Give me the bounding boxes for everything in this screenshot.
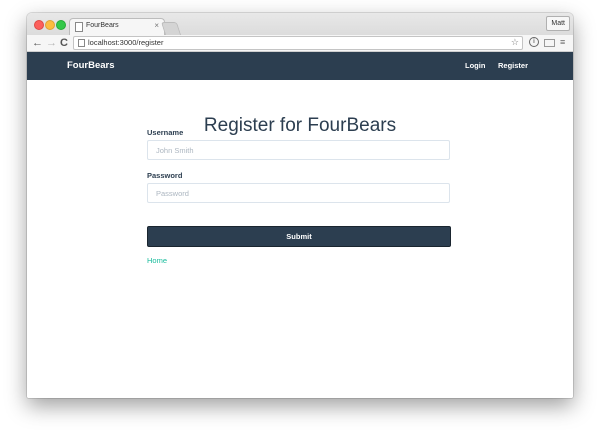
zoom-window-button[interactable] [56,20,66,30]
reload-icon[interactable]: C [60,36,68,50]
forward-arrow-icon[interactable]: → [46,36,57,50]
close-icon[interactable]: × [154,21,159,31]
document-icon [75,22,83,32]
username-input[interactable] [147,140,450,160]
site-navbar: FourBears Login Register [27,52,573,80]
info-icon[interactable]: i [529,37,539,47]
page-title: Register for FourBears [203,114,397,136]
close-window-button[interactable] [34,20,44,30]
star-icon[interactable]: ☆ [511,37,519,48]
cast-icon[interactable] [544,39,555,47]
new-tab-button[interactable] [160,22,182,35]
tab-strip: FourBears × Matt [27,13,573,36]
tab-title: FourBears [86,22,119,29]
url-text[interactable]: localhost:3000/register [88,38,163,48]
menu-icon[interactable]: ≡ [560,37,565,48]
browser-tab[interactable]: FourBears × [69,18,165,36]
minimize-window-button[interactable] [45,20,55,30]
nav-register-link[interactable]: Register [498,61,528,70]
document-icon [78,39,85,47]
home-link[interactable]: Home [147,256,167,265]
password-input[interactable] [147,183,450,203]
username-label: Username [147,128,184,137]
page-viewport: FourBears Login Register Register for Fo… [27,52,573,398]
browser-window: FourBears × Matt ← → C localhost:3000/re… [27,13,573,398]
browser-toolbar: ← → C localhost:3000/register ☆ i ≡ [27,35,573,52]
password-label: Password [147,171,183,180]
submit-button[interactable]: Submit [147,226,451,247]
nav-login-link[interactable]: Login [465,61,485,70]
address-bar[interactable]: localhost:3000/register ☆ [73,36,523,50]
brand-link[interactable]: FourBears [67,60,115,71]
back-arrow-icon[interactable]: ← [32,36,43,50]
profile-button[interactable]: Matt [546,16,570,31]
